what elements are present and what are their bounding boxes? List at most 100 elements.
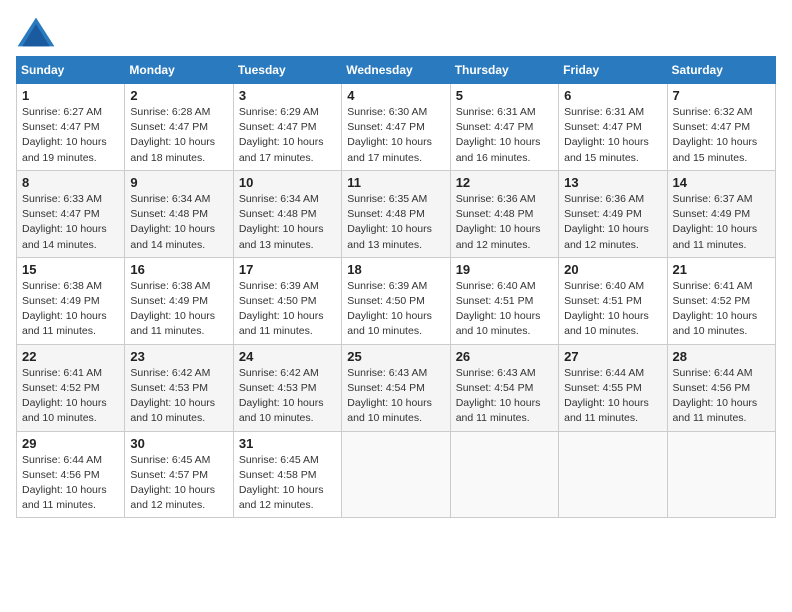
calendar-cell: 18 Sunrise: 6:39 AMSunset: 4:50 PMDaylig… bbox=[342, 257, 450, 344]
calendar-cell: 23 Sunrise: 6:42 AMSunset: 4:53 PMDaylig… bbox=[125, 344, 233, 431]
calendar-cell: 27 Sunrise: 6:44 AMSunset: 4:55 PMDaylig… bbox=[559, 344, 667, 431]
calendar-day-header: Tuesday bbox=[233, 57, 341, 84]
logo bbox=[16, 16, 60, 48]
day-number: 10 bbox=[239, 175, 336, 190]
calendar-cell: 10 Sunrise: 6:34 AMSunset: 4:48 PMDaylig… bbox=[233, 170, 341, 257]
day-number: 14 bbox=[673, 175, 770, 190]
day-number: 27 bbox=[564, 349, 661, 364]
calendar-week-row: 1 Sunrise: 6:27 AMSunset: 4:47 PMDayligh… bbox=[17, 84, 776, 171]
calendar-cell bbox=[342, 431, 450, 518]
day-number: 3 bbox=[239, 88, 336, 103]
day-info: Sunrise: 6:39 AMSunset: 4:50 PMDaylight:… bbox=[347, 279, 444, 340]
day-number: 23 bbox=[130, 349, 227, 364]
day-number: 30 bbox=[130, 436, 227, 451]
calendar-cell: 8 Sunrise: 6:33 AMSunset: 4:47 PMDayligh… bbox=[17, 170, 125, 257]
day-info: Sunrise: 6:37 AMSunset: 4:49 PMDaylight:… bbox=[673, 192, 770, 253]
page-header bbox=[16, 16, 776, 48]
day-info: Sunrise: 6:44 AMSunset: 4:56 PMDaylight:… bbox=[673, 366, 770, 427]
calendar-day-header: Thursday bbox=[450, 57, 558, 84]
day-number: 24 bbox=[239, 349, 336, 364]
calendar-cell: 4 Sunrise: 6:30 AMSunset: 4:47 PMDayligh… bbox=[342, 84, 450, 171]
day-info: Sunrise: 6:42 AMSunset: 4:53 PMDaylight:… bbox=[239, 366, 336, 427]
calendar-cell: 26 Sunrise: 6:43 AMSunset: 4:54 PMDaylig… bbox=[450, 344, 558, 431]
day-number: 29 bbox=[22, 436, 119, 451]
day-info: Sunrise: 6:29 AMSunset: 4:47 PMDaylight:… bbox=[239, 105, 336, 166]
day-number: 16 bbox=[130, 262, 227, 277]
calendar-cell: 22 Sunrise: 6:41 AMSunset: 4:52 PMDaylig… bbox=[17, 344, 125, 431]
day-info: Sunrise: 6:40 AMSunset: 4:51 PMDaylight:… bbox=[456, 279, 553, 340]
day-info: Sunrise: 6:44 AMSunset: 4:56 PMDaylight:… bbox=[22, 453, 119, 514]
day-info: Sunrise: 6:42 AMSunset: 4:53 PMDaylight:… bbox=[130, 366, 227, 427]
calendar-day-header: Saturday bbox=[667, 57, 775, 84]
calendar-cell: 9 Sunrise: 6:34 AMSunset: 4:48 PMDayligh… bbox=[125, 170, 233, 257]
day-number: 7 bbox=[673, 88, 770, 103]
calendar-cell bbox=[667, 431, 775, 518]
day-info: Sunrise: 6:41 AMSunset: 4:52 PMDaylight:… bbox=[673, 279, 770, 340]
day-number: 31 bbox=[239, 436, 336, 451]
day-number: 9 bbox=[130, 175, 227, 190]
calendar-cell bbox=[450, 431, 558, 518]
day-number: 22 bbox=[22, 349, 119, 364]
calendar-header-row: SundayMondayTuesdayWednesdayThursdayFrid… bbox=[17, 57, 776, 84]
calendar-cell: 25 Sunrise: 6:43 AMSunset: 4:54 PMDaylig… bbox=[342, 344, 450, 431]
calendar-week-row: 22 Sunrise: 6:41 AMSunset: 4:52 PMDaylig… bbox=[17, 344, 776, 431]
day-number: 2 bbox=[130, 88, 227, 103]
calendar-day-header: Friday bbox=[559, 57, 667, 84]
day-info: Sunrise: 6:30 AMSunset: 4:47 PMDaylight:… bbox=[347, 105, 444, 166]
calendar-cell: 12 Sunrise: 6:36 AMSunset: 4:48 PMDaylig… bbox=[450, 170, 558, 257]
day-info: Sunrise: 6:43 AMSunset: 4:54 PMDaylight:… bbox=[347, 366, 444, 427]
calendar-cell: 20 Sunrise: 6:40 AMSunset: 4:51 PMDaylig… bbox=[559, 257, 667, 344]
day-number: 15 bbox=[22, 262, 119, 277]
calendar-cell: 21 Sunrise: 6:41 AMSunset: 4:52 PMDaylig… bbox=[667, 257, 775, 344]
day-info: Sunrise: 6:31 AMSunset: 4:47 PMDaylight:… bbox=[564, 105, 661, 166]
calendar-cell: 19 Sunrise: 6:40 AMSunset: 4:51 PMDaylig… bbox=[450, 257, 558, 344]
calendar-cell: 17 Sunrise: 6:39 AMSunset: 4:50 PMDaylig… bbox=[233, 257, 341, 344]
day-info: Sunrise: 6:32 AMSunset: 4:47 PMDaylight:… bbox=[673, 105, 770, 166]
day-info: Sunrise: 6:36 AMSunset: 4:49 PMDaylight:… bbox=[564, 192, 661, 253]
day-info: Sunrise: 6:38 AMSunset: 4:49 PMDaylight:… bbox=[22, 279, 119, 340]
calendar-cell: 16 Sunrise: 6:38 AMSunset: 4:49 PMDaylig… bbox=[125, 257, 233, 344]
calendar-week-row: 29 Sunrise: 6:44 AMSunset: 4:56 PMDaylig… bbox=[17, 431, 776, 518]
calendar-cell: 31 Sunrise: 6:45 AMSunset: 4:58 PMDaylig… bbox=[233, 431, 341, 518]
calendar-cell: 1 Sunrise: 6:27 AMSunset: 4:47 PMDayligh… bbox=[17, 84, 125, 171]
day-info: Sunrise: 6:41 AMSunset: 4:52 PMDaylight:… bbox=[22, 366, 119, 427]
calendar-cell: 29 Sunrise: 6:44 AMSunset: 4:56 PMDaylig… bbox=[17, 431, 125, 518]
day-number: 20 bbox=[564, 262, 661, 277]
day-number: 12 bbox=[456, 175, 553, 190]
calendar-cell: 13 Sunrise: 6:36 AMSunset: 4:49 PMDaylig… bbox=[559, 170, 667, 257]
calendar-cell: 2 Sunrise: 6:28 AMSunset: 4:47 PMDayligh… bbox=[125, 84, 233, 171]
day-info: Sunrise: 6:31 AMSunset: 4:47 PMDaylight:… bbox=[456, 105, 553, 166]
calendar-cell: 30 Sunrise: 6:45 AMSunset: 4:57 PMDaylig… bbox=[125, 431, 233, 518]
calendar-cell bbox=[559, 431, 667, 518]
calendar-cell: 7 Sunrise: 6:32 AMSunset: 4:47 PMDayligh… bbox=[667, 84, 775, 171]
day-number: 6 bbox=[564, 88, 661, 103]
calendar-week-row: 15 Sunrise: 6:38 AMSunset: 4:49 PMDaylig… bbox=[17, 257, 776, 344]
calendar-day-header: Wednesday bbox=[342, 57, 450, 84]
calendar-cell: 14 Sunrise: 6:37 AMSunset: 4:49 PMDaylig… bbox=[667, 170, 775, 257]
logo-icon bbox=[16, 16, 56, 48]
day-info: Sunrise: 6:36 AMSunset: 4:48 PMDaylight:… bbox=[456, 192, 553, 253]
day-number: 1 bbox=[22, 88, 119, 103]
day-info: Sunrise: 6:34 AMSunset: 4:48 PMDaylight:… bbox=[130, 192, 227, 253]
day-number: 21 bbox=[673, 262, 770, 277]
day-info: Sunrise: 6:34 AMSunset: 4:48 PMDaylight:… bbox=[239, 192, 336, 253]
day-number: 5 bbox=[456, 88, 553, 103]
calendar-cell: 15 Sunrise: 6:38 AMSunset: 4:49 PMDaylig… bbox=[17, 257, 125, 344]
calendar-cell: 3 Sunrise: 6:29 AMSunset: 4:47 PMDayligh… bbox=[233, 84, 341, 171]
calendar-table: SundayMondayTuesdayWednesdayThursdayFrid… bbox=[16, 56, 776, 518]
day-info: Sunrise: 6:39 AMSunset: 4:50 PMDaylight:… bbox=[239, 279, 336, 340]
day-info: Sunrise: 6:43 AMSunset: 4:54 PMDaylight:… bbox=[456, 366, 553, 427]
calendar-cell: 28 Sunrise: 6:44 AMSunset: 4:56 PMDaylig… bbox=[667, 344, 775, 431]
day-number: 8 bbox=[22, 175, 119, 190]
day-number: 19 bbox=[456, 262, 553, 277]
day-info: Sunrise: 6:27 AMSunset: 4:47 PMDaylight:… bbox=[22, 105, 119, 166]
day-info: Sunrise: 6:45 AMSunset: 4:58 PMDaylight:… bbox=[239, 453, 336, 514]
day-number: 17 bbox=[239, 262, 336, 277]
calendar-cell: 24 Sunrise: 6:42 AMSunset: 4:53 PMDaylig… bbox=[233, 344, 341, 431]
day-number: 11 bbox=[347, 175, 444, 190]
calendar-cell: 6 Sunrise: 6:31 AMSunset: 4:47 PMDayligh… bbox=[559, 84, 667, 171]
calendar-day-header: Monday bbox=[125, 57, 233, 84]
day-info: Sunrise: 6:44 AMSunset: 4:55 PMDaylight:… bbox=[564, 366, 661, 427]
day-info: Sunrise: 6:35 AMSunset: 4:48 PMDaylight:… bbox=[347, 192, 444, 253]
day-number: 18 bbox=[347, 262, 444, 277]
